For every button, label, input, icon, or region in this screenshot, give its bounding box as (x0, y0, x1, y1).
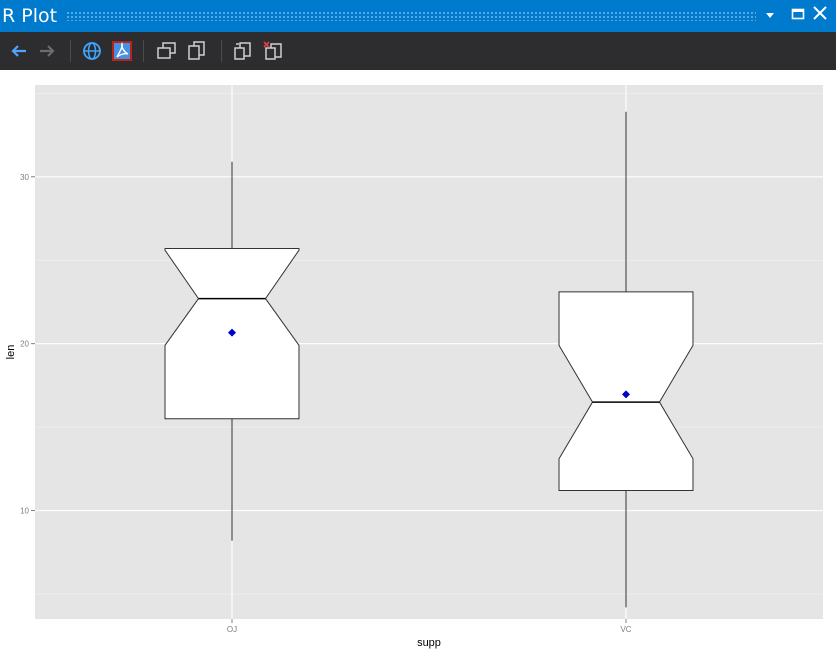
boxplot-chart: 10 20 30 OJ VC supp len (5, 85, 823, 649)
close-icon[interactable] (808, 4, 832, 28)
x-axis-label: supp (417, 637, 441, 649)
title-bar: R Plot (0, 0, 836, 32)
copy-window-icon[interactable] (154, 38, 180, 64)
y-tick-label: 20 (20, 340, 29, 349)
window-title: R Plot (2, 5, 58, 27)
maximize-icon[interactable] (786, 4, 810, 28)
forward-arrow-icon[interactable] (34, 38, 60, 64)
pdf-icon[interactable] (109, 38, 135, 64)
title-bar-grip[interactable] (66, 11, 756, 21)
dropdown-icon[interactable] (758, 4, 782, 28)
toolbar-separator (143, 40, 144, 62)
plot-panel (35, 85, 823, 619)
plot-area: 10 20 30 OJ VC supp len (0, 70, 836, 659)
toolbar-separator (221, 40, 222, 62)
plot-toolbar (0, 32, 836, 70)
y-tick-label: 30 (20, 173, 29, 182)
x-tick-label: OJ (227, 625, 237, 634)
back-arrow-icon[interactable] (6, 38, 32, 64)
x-tick-label: VC (620, 625, 631, 634)
remove-plot-icon[interactable] (260, 38, 286, 64)
export-icon[interactable] (230, 38, 256, 64)
y-axis-label: len (5, 345, 17, 360)
y-tick-label: 10 (20, 507, 29, 516)
copy-page-icon[interactable] (184, 38, 210, 64)
globe-icon[interactable] (79, 38, 105, 64)
toolbar-separator (70, 40, 71, 62)
